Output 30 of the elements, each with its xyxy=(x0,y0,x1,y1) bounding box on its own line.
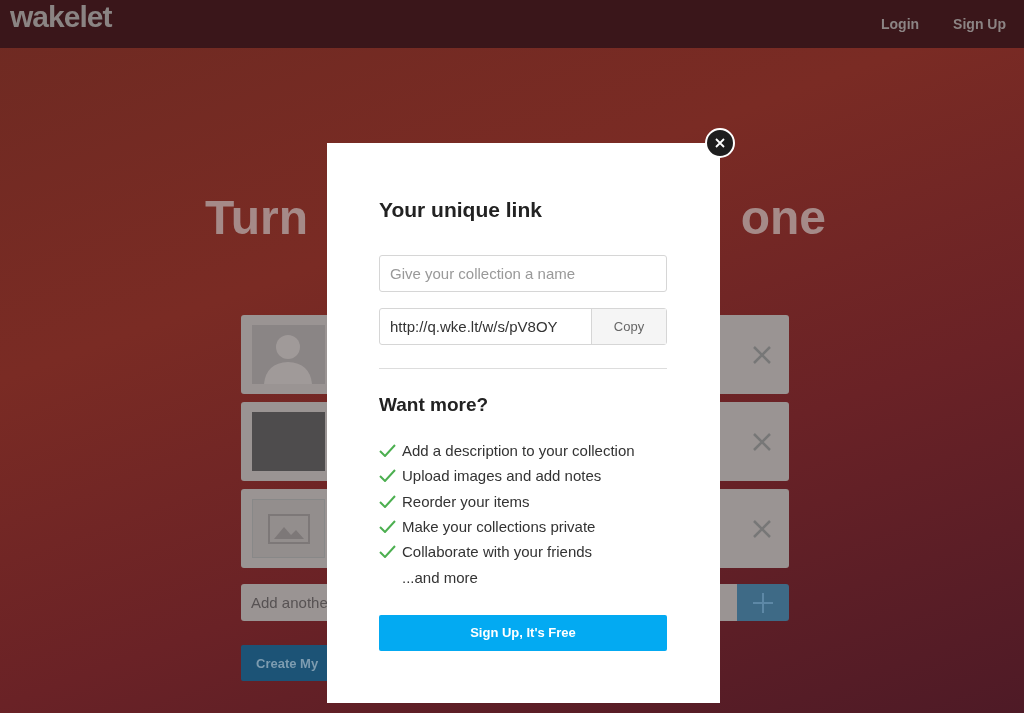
collection-name-field[interactable]: Give your collection a name xyxy=(379,255,667,292)
remove-icon[interactable] xyxy=(752,344,772,365)
check-icon xyxy=(379,469,396,483)
feature-text: Collaborate with your friends xyxy=(402,543,593,561)
hero-heading: Turn xyxy=(205,190,309,246)
link-field[interactable]: http://q.wke.lt/w/s/pV8OY Copy xyxy=(379,308,667,345)
remove-icon[interactable] xyxy=(752,431,772,452)
feature-text: Add a description to your collection xyxy=(402,442,635,460)
dialog-title: Your unique link xyxy=(379,197,543,223)
logo[interactable]: wakelet xyxy=(10,0,112,34)
check-icon xyxy=(379,444,396,458)
copy-button[interactable]: Copy xyxy=(591,309,666,344)
signup-button[interactable]: Sign Up, It's Free xyxy=(379,614,667,651)
add-button[interactable] xyxy=(737,584,789,621)
close-button[interactable] xyxy=(705,128,735,158)
feature-text: ...and more xyxy=(402,568,478,586)
hero-heading: one xyxy=(740,190,826,246)
nav-link[interactable]: Sign Up xyxy=(953,16,1006,32)
section-heading: Want more? xyxy=(379,394,490,416)
plus-icon xyxy=(752,591,774,614)
image-placeholder-icon xyxy=(252,499,325,558)
feature-text: Upload images and add notes xyxy=(402,467,602,485)
remove-icon[interactable] xyxy=(752,518,772,539)
check-icon xyxy=(379,545,396,559)
feature-text: Make your collections private xyxy=(402,518,596,536)
feature-text: Reorder your items xyxy=(402,492,530,510)
nav-link[interactable]: Login xyxy=(881,16,920,32)
check-icon xyxy=(379,494,396,508)
close-icon xyxy=(715,138,725,148)
check-icon xyxy=(379,520,396,534)
